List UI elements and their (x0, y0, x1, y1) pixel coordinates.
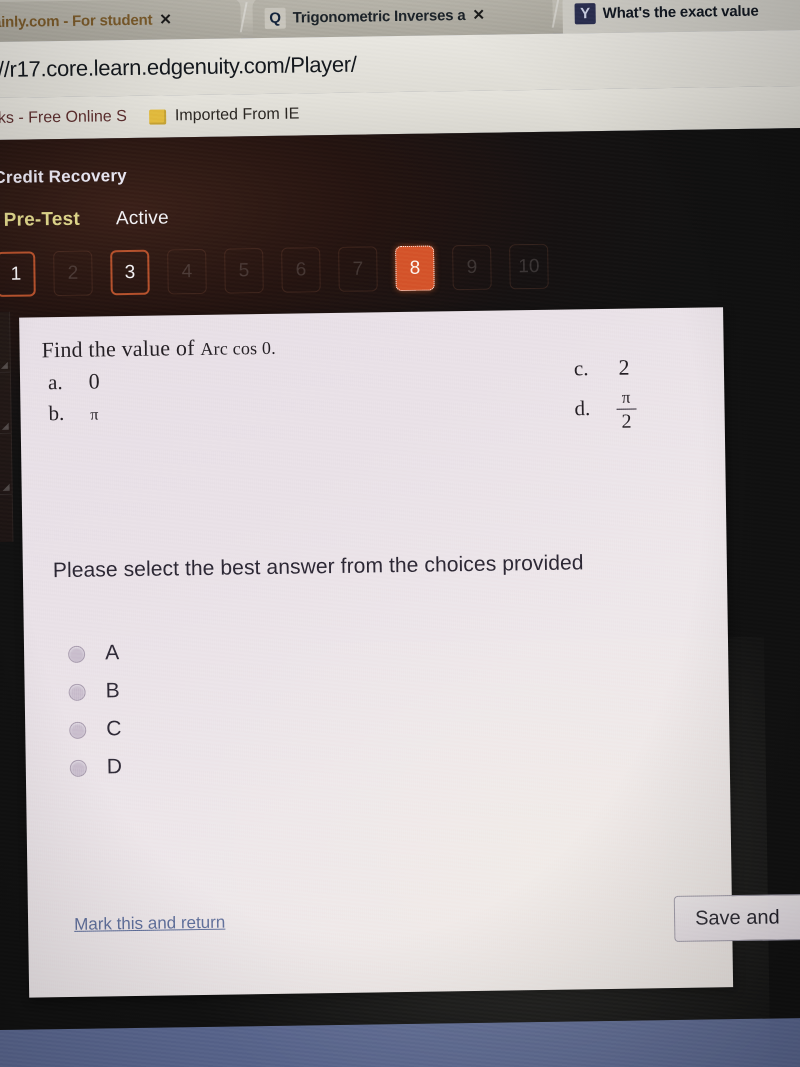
question-stem-lead: Find the value of (41, 335, 195, 363)
assignment-tabs: Pre-Test Active (4, 207, 169, 231)
choice-a-value: 0 (88, 368, 100, 394)
bookmark-label: Imported From IE (174, 105, 300, 125)
fraction-numerator: π (621, 387, 631, 407)
edgenuity-player: 2) Credit Recovery Pre-Test Active 1 2 3… (0, 127, 800, 1067)
screen-photograph: Brainly.com - For student ✕ Q Trigonomet… (0, 0, 800, 1067)
q-letter-icon: Q (264, 7, 286, 29)
tab-divider (551, 0, 560, 28)
browser-tab-3-title: What's the exact value (602, 2, 759, 22)
close-icon[interactable]: ✕ (159, 10, 172, 28)
question-button-4[interactable]: 4 (167, 248, 207, 295)
radio-button-c[interactable] (69, 721, 87, 739)
eraser-tool-button[interactable]: ◡ (0, 311, 10, 374)
question-button-7[interactable]: 7 (338, 246, 378, 292)
browser-tab-1-title: Brainly.com - For student (0, 11, 153, 31)
browser-tab-3[interactable]: Y What's the exact value (562, 0, 800, 34)
answer-option-b[interactable]: B (68, 672, 121, 711)
choice-a: a. 0 (48, 368, 100, 395)
pencil-tool-button[interactable]: ╱ (0, 433, 12, 496)
choice-a-letter: a. (47, 370, 63, 395)
course-title: 2) Credit Recovery (0, 166, 127, 188)
tab-divider (239, 2, 248, 33)
choice-b: b. π (48, 400, 98, 426)
calculator-tool-button[interactable]: ⌸ (0, 372, 11, 435)
radio-button-d[interactable] (69, 759, 87, 777)
bookmark-folder-imported-from-ie[interactable]: Imported From IE (148, 105, 300, 125)
choice-c: c. 2 (574, 355, 630, 382)
question-button-8[interactable]: 8 (395, 245, 435, 292)
fraction-denominator: 2 (621, 410, 632, 434)
chevron-icon (0, 361, 8, 369)
tab-active[interactable]: Active (116, 207, 169, 230)
fraction-bar (616, 408, 637, 411)
answer-prompt: Please select the best answer from the c… (52, 551, 584, 583)
calculator-icon: ⌸ (0, 387, 7, 417)
answer-option-d-label: D (106, 755, 123, 779)
choice-d: d. π 2 (574, 387, 637, 434)
question-button-10[interactable]: 10 (509, 243, 549, 290)
answer-option-a[interactable]: A (67, 634, 121, 673)
choice-d-letter: d. (574, 396, 591, 421)
close-icon[interactable]: ✕ (472, 6, 485, 24)
eraser-icon: ◡ (0, 326, 6, 356)
answer-option-a-label: A (104, 641, 120, 665)
chevron-icon (2, 483, 10, 491)
question-button-3[interactable]: 3 (110, 249, 150, 296)
bookmark-item-free-online[interactable]: anks - Free Online S (0, 108, 127, 128)
question-panel: Find the value of Arc cos 0. a. 0 b. π c… (19, 307, 800, 1067)
url-text: s://r17.core.learn.edgenuity.com/Player/ (0, 51, 357, 83)
choice-b-value: π (90, 406, 99, 424)
question-stem: Find the value of Arc cos 0. (41, 334, 276, 363)
browser-tab-1[interactable]: Brainly.com - For student ✕ (0, 0, 241, 43)
answer-option-c[interactable]: C (69, 710, 122, 749)
folder-icon (148, 108, 166, 125)
save-and-next-button[interactable]: Save and (673, 893, 800, 942)
pencil-icon: ╱ (0, 448, 7, 478)
question-button-6[interactable]: 6 (281, 247, 321, 293)
chevron-icon (1, 422, 9, 430)
question-button-5[interactable]: 5 (224, 248, 264, 294)
question-stem-expression: Arc cos 0. (200, 337, 277, 359)
tool-rail: ◡ ⌸ ╱ (0, 311, 14, 543)
radio-button-b[interactable] (68, 683, 86, 701)
choice-c-letter: c. (573, 356, 589, 381)
tab-pre-test[interactable]: Pre-Test (4, 209, 81, 232)
choice-d-value-fraction: π 2 (616, 387, 637, 434)
question-button-9[interactable]: 9 (452, 244, 492, 291)
choice-b-letter: b. (48, 400, 65, 426)
screen-glare (163, 636, 772, 1067)
answer-options-group: A B C D (67, 634, 123, 787)
browser-tab-2[interactable]: Q Trigonometric Inverses a ✕ (252, 0, 553, 39)
browser-tab-2-title: Trigonometric Inverses a (292, 6, 466, 27)
answer-option-d[interactable]: D (69, 748, 123, 787)
choice-c-value: 2 (618, 354, 630, 380)
mark-this-and-return-link[interactable]: Mark this and return (74, 913, 225, 935)
question-button-2[interactable]: 2 (53, 250, 93, 297)
answer-option-b-label: B (105, 679, 120, 703)
bookmark-label: anks - Free Online S (0, 108, 128, 128)
answer-option-c-label: C (106, 717, 122, 741)
question-button-1[interactable]: 1 (0, 251, 36, 297)
radio-button-a[interactable] (67, 645, 86, 663)
question-navigation: 1 2 3 4 5 6 7 8 9 10 (0, 243, 549, 297)
y-letter-icon: Y (574, 2, 596, 24)
